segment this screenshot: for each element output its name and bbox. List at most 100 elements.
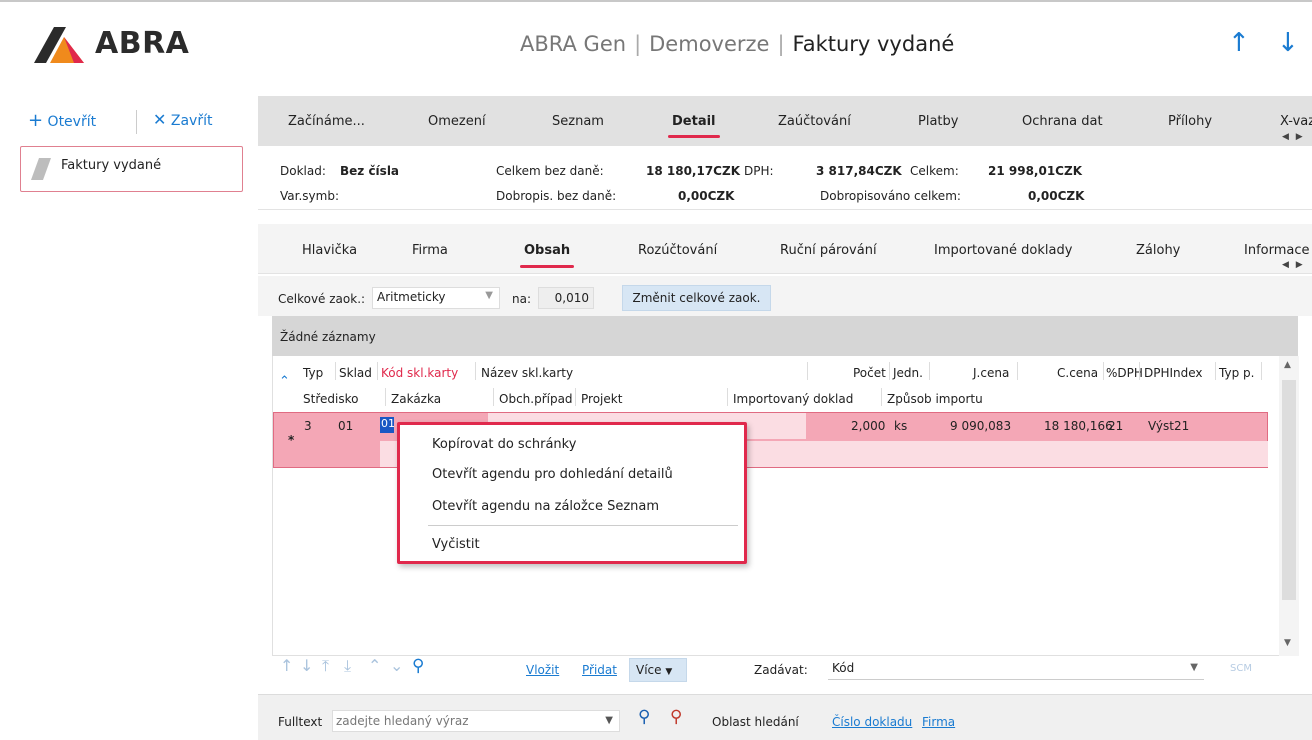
col-dph[interactable]: %DPH [1106,366,1143,380]
tab-rucni-parovani[interactable]: Ruční párování [780,243,877,258]
tab-informace[interactable]: Informace [1244,243,1310,258]
arrow-down-icon[interactable]: ↓ [1277,28,1299,58]
menu-item-otevrit-seznam[interactable]: Otevřít agendu na záložce Seznam [432,499,659,514]
cell-jedn[interactable]: ks [894,419,907,433]
tab-obsah[interactable]: Obsah [519,243,575,268]
move-up-icon[interactable]: ↑ [280,656,293,675]
subtab-scroll-arrows-icon[interactable]: ◀ ▶ [1282,260,1305,270]
col-zakazka[interactable]: Zakázka [391,392,441,406]
col-sklad[interactable]: Sklad [339,366,372,380]
sub-tabs: Hlavička Firma Obsah Rozúčtování Ruční p… [258,224,1312,274]
chevron-down-icon[interactable]: ⌄ [390,656,403,675]
cell-sklad[interactable]: 01 [338,419,353,433]
col-jcena[interactable]: J.cena [973,366,1009,380]
col-pocet[interactable]: Počet [853,366,886,380]
col-projekt[interactable]: Projekt [581,392,622,406]
tab-zaciname[interactable]: Začínáme... [288,114,365,129]
scroll-up-icon[interactable]: ▲ [1284,360,1291,370]
cell-typ[interactable]: 3 [304,419,312,433]
tab-hlavicka[interactable]: Hlavička [302,243,357,258]
search-icon[interactable]: ⚲ [638,707,650,727]
cell-ccena[interactable]: 18 180,166 [1044,419,1113,433]
search-area-firm[interactable]: Firma [922,715,955,729]
col-divider [1139,362,1140,380]
tab-rozuctovani[interactable]: Rozúčtování [638,243,717,258]
menu-item-otevrit-detail[interactable]: Otevřít agendu pro dohledání detailů [432,467,673,482]
agenda-icon [31,158,51,180]
fulltext-label: Fulltext [278,715,323,729]
col-nazev[interactable]: Název skl.karty [481,366,573,380]
col-divider [377,362,378,380]
add-link[interactable]: Přidat [582,663,617,677]
cell-dphindex[interactable]: Výst21 [1148,419,1189,433]
agenda-item-faktury[interactable]: Faktury vydané [20,146,243,192]
scm-link[interactable]: SCM [1230,663,1252,674]
col-stredisko[interactable]: Středisko [303,392,358,406]
menu-item-kopirovat[interactable]: Kopírovat do schránky [432,437,576,452]
varsymb-label: Var.symb: [280,189,339,203]
close-button[interactable]: ✕ Zavřít [153,110,212,129]
col-ccena[interactable]: C.cena [1057,366,1098,380]
vertical-scrollbar[interactable]: ▲ ▼ [1279,356,1299,656]
tab-zalohy[interactable]: Zálohy [1136,243,1180,258]
col-divider [1215,362,1216,380]
chevron-up-icon[interactable]: ⌃ [368,656,381,675]
collapse-icon[interactable]: ⌃ [279,374,290,389]
search-icon[interactable]: ⚲ [412,656,424,676]
search-area-doc-number[interactable]: Číslo dokladu [832,715,912,729]
col-obchpripad[interactable]: Obch.případ [499,392,573,406]
insert-link[interactable]: Vložit [526,663,559,677]
tab-scroll-arrows-icon[interactable]: ◀ ▶ [1282,132,1305,142]
scroll-thumb[interactable] [1282,380,1296,600]
open-button[interactable]: + Otevřít [28,110,96,131]
cell-kod-selected[interactable]: 01 [380,417,395,433]
col-kod[interactable]: Kód skl.karty [381,366,458,380]
more-button[interactable]: Více ▼ [629,658,687,682]
tab-importovane-doklady[interactable]: Importované doklady [934,243,1072,258]
rounding-select[interactable]: Aritmeticky ▼ [372,287,500,309]
chevron-down-icon: ▼ [665,667,673,677]
dobropisovano-value: 0,00CZK [1028,189,1085,203]
tab-zauctovani[interactable]: Zaúčtování [778,114,851,129]
col-typp[interactable]: Typ p. [1219,366,1254,380]
col-dphindex[interactable]: DPHIndex [1144,366,1203,380]
tab-ochrana-dat[interactable]: Ochrana dat [1022,114,1103,129]
col-divider [475,362,476,380]
col-divider [1017,362,1018,380]
menu-item-vycistit[interactable]: Vyčistit [432,537,480,552]
search-area-label: Oblast hledání [712,715,799,729]
tab-prilohy[interactable]: Přílohy [1168,114,1212,129]
tab-seznam[interactable]: Seznam [552,114,604,129]
move-bottom-icon[interactable]: ⤓ [344,656,351,676]
arrow-up-icon[interactable]: ↑ [1228,28,1250,58]
col-jedn[interactable]: Jedn. [893,366,923,380]
tab-omezeni[interactable]: Omezení [428,114,486,129]
move-down-icon[interactable]: ↓ [300,656,313,675]
cell-pocet[interactable]: 2,000 [851,419,885,433]
document-summary: Doklad: Bez čísla Var.symb: Celkem bez d… [258,146,1312,210]
change-rounding-button[interactable]: Změnit celkové zaok. [622,285,771,311]
rounding-value-input[interactable]: 0,010 [538,287,594,309]
logo-text: ABRA [95,26,190,61]
fulltext-search-input[interactable]: zadejte hledaný výraz ▼ [332,710,620,732]
col-zpusob-importu[interactable]: Způsob importu [887,392,983,406]
scroll-down-icon[interactable]: ▼ [1284,638,1291,648]
col-typ[interactable]: Typ [303,366,323,380]
dobropis-value: 0,00CZK [678,189,735,203]
tab-firma[interactable]: Firma [412,243,448,258]
fulltext-bar: Fulltext zadejte hledaný výraz ▼ ⚲ ⚲ Obla… [258,694,1312,740]
col-importovany-doklad[interactable]: Importovaný doklad [733,392,853,406]
move-top-icon[interactable]: ⤒ [322,656,329,676]
tab-x-vazby[interactable]: X-vazby [1280,114,1312,129]
divider [136,110,137,134]
search-clear-icon[interactable]: ⚲ [670,707,682,727]
title-agenda: Faktury vydané [792,32,955,56]
cell-dph[interactable]: 21 [1108,419,1123,433]
col-divider [385,388,386,406]
enter-by-select[interactable]: Kód ▼ [828,658,1204,680]
celkem-bez-dane-value: 18 180,17CZK [646,164,740,178]
dobropis-label: Dobropis. bez daně: [496,189,617,203]
tab-platby[interactable]: Platby [918,114,958,129]
cell-jcena[interactable]: 9 090,083 [950,419,1011,433]
tab-detail[interactable]: Detail [668,114,719,138]
